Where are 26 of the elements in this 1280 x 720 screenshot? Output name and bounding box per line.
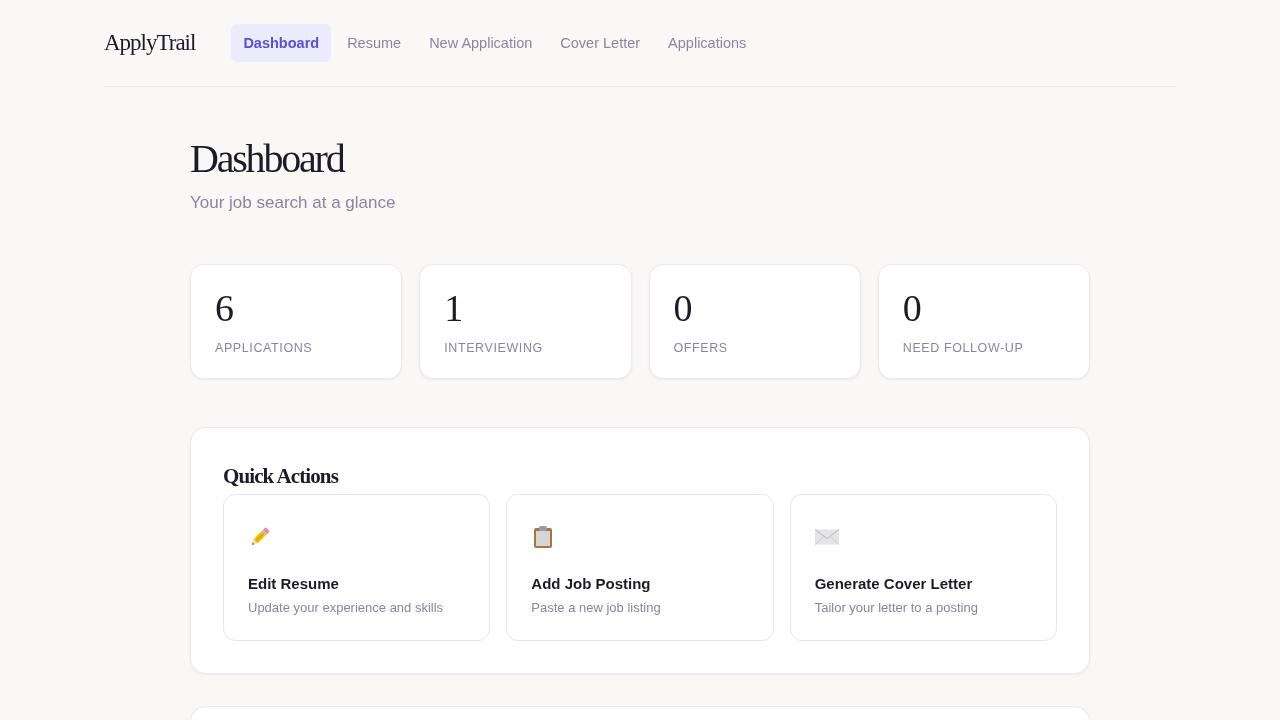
section-title: Quick Actions (223, 463, 338, 490)
action-title: Generate Cover Letter (814, 575, 973, 592)
action-description: Update your experience and skills (248, 600, 444, 615)
stat-label: NEED FOLLOW-UP (902, 341, 1024, 355)
brand-logo[interactable]: ApplyTrail (104, 29, 196, 57)
nav-tab[interactable]: New Application (417, 24, 545, 62)
page-subtitle: Your job search at a glance (190, 193, 396, 213)
nav-tab[interactable]: Cover Letter (548, 24, 653, 62)
stat-label: OFFERS (673, 341, 728, 355)
action-description: Tailor your letter to a posting (814, 600, 978, 615)
action-title: Edit Resume (248, 575, 339, 592)
stat-label: INTERVIEWING (444, 341, 543, 355)
action-card[interactable]: Add Job Posting Paste a new job listing (506, 494, 774, 641)
nav-tab[interactable]: Resume (335, 24, 414, 62)
action-title: Add Job Posting (531, 575, 651, 592)
stat-value: 1 (444, 287, 464, 329)
stat-label: APPLICATIONS (215, 341, 313, 355)
nav-tab[interactable]: Dashboard (231, 24, 332, 62)
action-card[interactable]: Generate Cover Letter Tailor your letter to a posting (789, 494, 1057, 641)
stat-value: 0 (902, 287, 922, 329)
stat-value: 6 (215, 287, 234, 329)
stat-value: 0 (673, 287, 693, 329)
page-title: Dashboard (190, 135, 344, 183)
action-description: Paste a new job listing (531, 600, 661, 615)
nav-tab[interactable]: Applications (656, 24, 759, 62)
action-card[interactable]: Edit Resume Update your experience and skills (223, 494, 491, 641)
